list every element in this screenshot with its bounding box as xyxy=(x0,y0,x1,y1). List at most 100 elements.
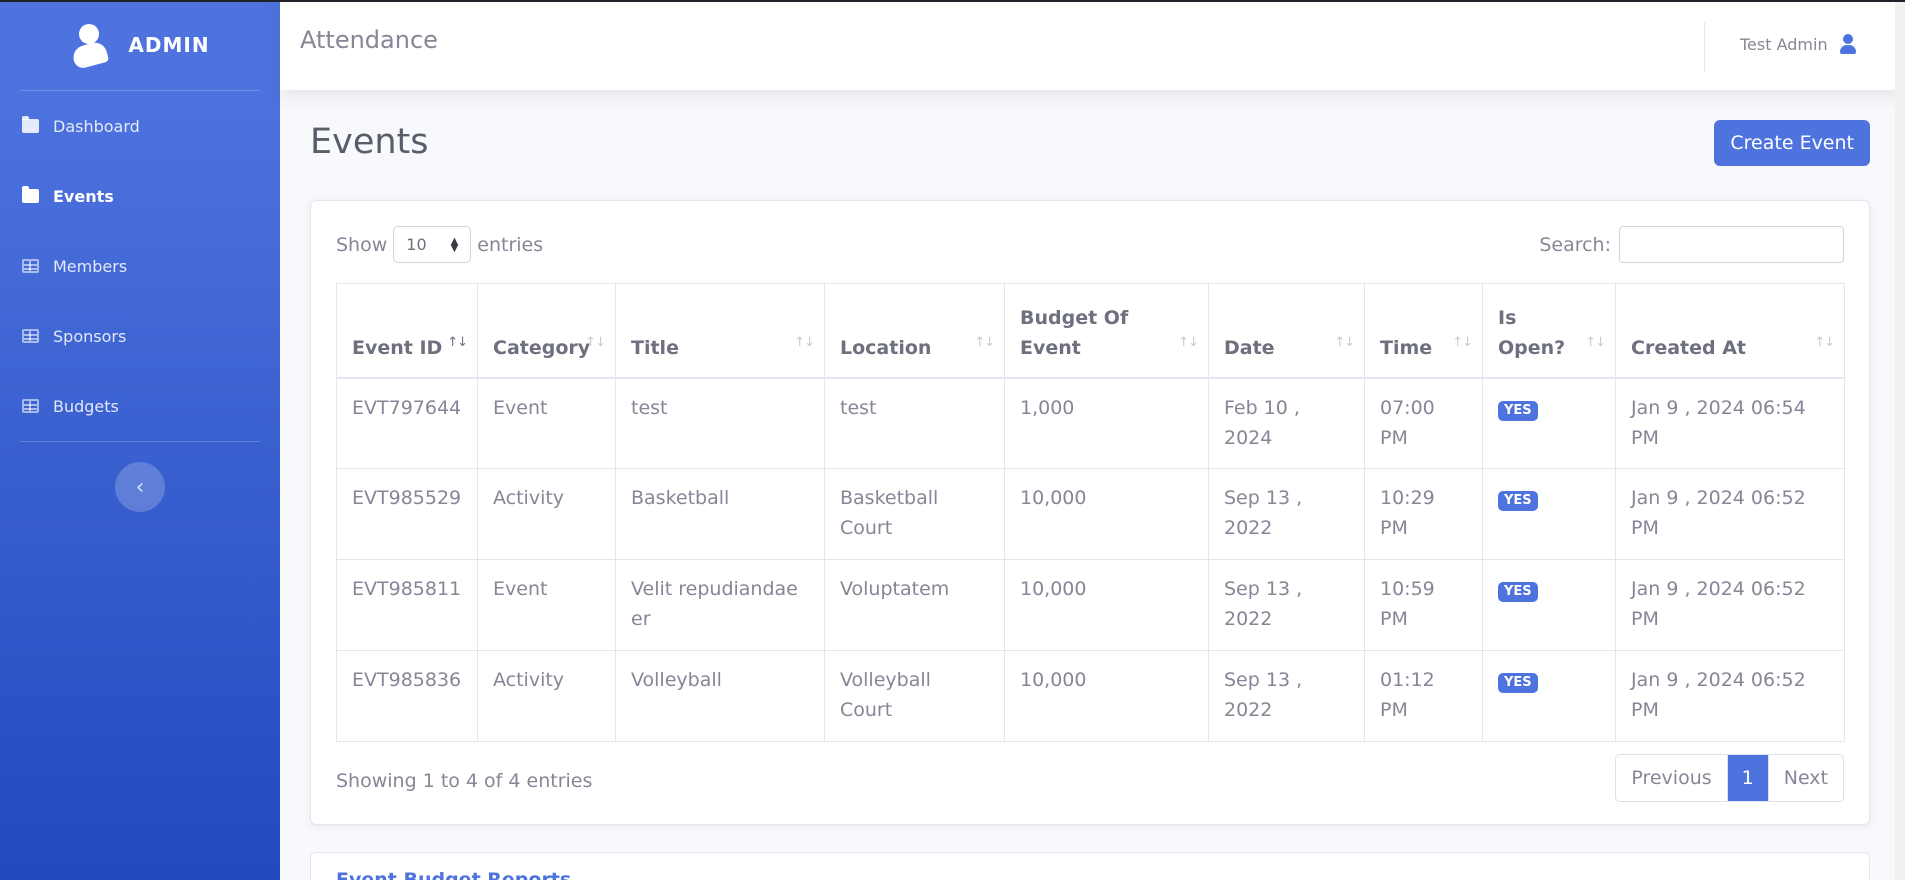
sidebar-item-label: Members xyxy=(53,256,128,276)
table-info: Showing 1 to 4 of 4 entries xyxy=(336,770,593,792)
brand-name: ADMIN xyxy=(128,33,210,57)
user-name: Test Admin xyxy=(1740,34,1828,54)
cell-is-open: YES xyxy=(1482,559,1616,651)
folder-icon xyxy=(22,116,39,133)
sidebar-nav: Dashboard Events Members Sponsors Budget… xyxy=(0,91,280,441)
column-header-created-at[interactable]: Created At ↑↓ xyxy=(1615,283,1845,379)
cell-date: Sep 13 , 2022 xyxy=(1208,559,1365,651)
budget-reports-card: Event Budget Reports xyxy=(310,852,1870,880)
topbar-divider xyxy=(1704,22,1705,72)
table-row[interactable]: EVT985811 Event Velit repudiandaeer Volu… xyxy=(336,559,1845,651)
cell-created-at: Jan 9 , 2024 06:52 PM xyxy=(1615,650,1845,742)
page-title: Events xyxy=(310,122,429,162)
cell-location: Basketball Court xyxy=(824,468,1005,560)
column-header-date[interactable]: Date ↑↓ xyxy=(1208,283,1365,379)
column-header-location[interactable]: Location ↑↓ xyxy=(824,283,1005,379)
sidebar-item-dashboard[interactable]: Dashboard xyxy=(0,91,280,161)
cell-category: Event xyxy=(477,377,616,469)
sort-icon: ↑↓ xyxy=(794,335,815,350)
sort-icon: ↑↓ xyxy=(1452,335,1473,350)
cell-event-id: EVT985836 xyxy=(336,650,478,742)
page-scrollbar[interactable] xyxy=(1895,2,1905,880)
entries-select-value: 10 xyxy=(406,235,427,254)
sidebar-brand[interactable]: ADMIN xyxy=(0,0,280,90)
sidebar-item-label: Dashboard xyxy=(53,116,140,136)
cell-created-at: Jan 9 , 2024 06:52 PM xyxy=(1615,559,1845,651)
previous-page-button[interactable]: Previous xyxy=(1616,755,1727,801)
sidebar-item-label: Events xyxy=(53,186,114,206)
chevron-left-icon: ‹ xyxy=(135,474,145,500)
cell-event-id: EVT797644 xyxy=(336,377,478,469)
cell-location: Volleyball Court xyxy=(824,650,1005,742)
events-card: Show 10 ▲ ▼ entries Search: Event ID ↑↓ … xyxy=(310,200,1870,825)
cell-budget: 10,000 xyxy=(1004,650,1209,742)
sidebar-item-label: Budgets xyxy=(53,396,119,416)
search-input[interactable] xyxy=(1619,226,1844,263)
sort-icon: ↑↓ xyxy=(585,335,606,350)
entries-select[interactable]: 10 ▲ ▼ xyxy=(393,226,472,263)
status-badge: YES xyxy=(1498,582,1538,602)
column-header-category[interactable]: Category ↑↓ xyxy=(477,283,616,379)
card-title: Event Budget Reports xyxy=(336,869,572,880)
cell-created-at: Jan 9 , 2024 06:52 PM xyxy=(1615,468,1845,560)
cell-event-id: EVT985529 xyxy=(336,468,478,560)
sidebar-item-budgets[interactable]: Budgets xyxy=(0,371,280,441)
table-row[interactable]: EVT985836 Activity Volleyball Volleyball… xyxy=(336,650,1845,742)
cell-date: Sep 13 , 2022 xyxy=(1208,650,1365,742)
topbar-title: Attendance xyxy=(300,26,438,54)
entries-length-control: Show 10 ▲ ▼ entries xyxy=(336,226,543,263)
cell-created-at: Jan 9 , 2024 06:54 PM xyxy=(1615,377,1845,469)
sort-icon: ↑↓ xyxy=(1334,335,1355,350)
cell-date: Feb 10 , 2024 xyxy=(1208,377,1365,469)
sidebar: ADMIN Dashboard Events Members Sponsors … xyxy=(0,0,280,880)
cell-title: Velit repudiandaeer xyxy=(615,559,825,651)
status-badge: YES xyxy=(1498,400,1538,421)
sidebar-item-label: Sponsors xyxy=(53,326,127,346)
cell-budget: 1,000 xyxy=(1004,377,1209,469)
pagination: Previous 1 Next xyxy=(1615,754,1844,802)
cell-location: Voluptatem xyxy=(824,559,1005,651)
sort-icon: ↑↓ xyxy=(1585,335,1606,350)
cell-time: 07:00 PM xyxy=(1364,377,1483,469)
column-header-time[interactable]: Time ↑↓ xyxy=(1364,283,1483,379)
status-badge: YES xyxy=(1498,491,1538,511)
column-header-is-open[interactable]: Is Open? ↑↓ xyxy=(1482,283,1616,379)
events-table: Event ID ↑↓ Category ↑↓ Title ↑↓ Location ↑↓… xyxy=(336,283,1845,742)
cell-title: test xyxy=(615,377,825,469)
sort-icon: ↑↓ xyxy=(974,335,995,350)
entries-label: entries xyxy=(477,233,544,256)
table-row[interactable]: EVT797644 Event test test 1,000 Feb 10 ,… xyxy=(336,377,1845,469)
table-icon xyxy=(22,329,39,343)
column-header-budget[interactable]: Budget Of Event ↑↓ xyxy=(1004,283,1209,379)
sidebar-item-sponsors[interactable]: Sponsors xyxy=(0,301,280,371)
cell-budget: 10,000 xyxy=(1004,468,1209,560)
table-icon xyxy=(22,259,39,273)
user-menu[interactable]: Test Admin xyxy=(1740,34,1856,54)
folder-icon xyxy=(22,186,39,203)
sort-icon: ↑↓ xyxy=(1178,335,1199,350)
column-header-title[interactable]: Title ↑↓ xyxy=(615,283,825,379)
search-label: Search: xyxy=(1539,233,1611,256)
cell-category: Event xyxy=(477,559,616,651)
show-label: Show xyxy=(336,233,388,256)
sidebar-toggle-button[interactable]: ‹ xyxy=(115,462,165,512)
sort-asc-icon: ↑↓ xyxy=(447,335,468,350)
create-event-button[interactable]: Create Event xyxy=(1714,120,1870,166)
cell-title: Basketball xyxy=(615,468,825,560)
cell-event-id: EVT985811 xyxy=(336,559,478,651)
select-arrows-icon: ▲ ▼ xyxy=(450,235,459,254)
column-header-event-id[interactable]: Event ID ↑↓ xyxy=(336,283,478,379)
next-page-button[interactable]: Next xyxy=(1767,755,1843,801)
page-1-button[interactable]: 1 xyxy=(1726,755,1768,801)
sort-icon: ↑↓ xyxy=(1814,335,1835,350)
cell-location: test xyxy=(824,377,1005,469)
table-row[interactable]: EVT985529 Activity Basketball Basketball… xyxy=(336,468,1845,560)
table-icon xyxy=(22,399,39,413)
cell-time: 01:12 PM xyxy=(1364,650,1483,742)
sidebar-item-members[interactable]: Members xyxy=(0,231,280,301)
user-icon xyxy=(70,22,110,71)
sidebar-item-events[interactable]: Events xyxy=(0,161,280,231)
topbar: Attendance Test Admin xyxy=(280,2,1905,90)
cell-time: 10:59 PM xyxy=(1364,559,1483,651)
cell-budget: 10,000 xyxy=(1004,559,1209,651)
